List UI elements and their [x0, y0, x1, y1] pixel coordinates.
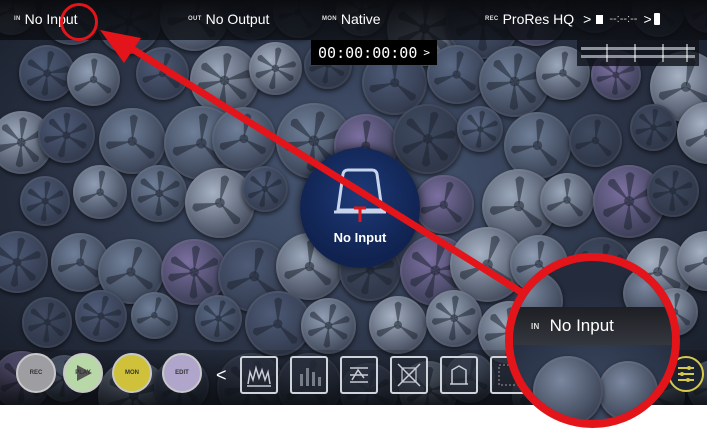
waveform-icon: [247, 365, 271, 387]
monitor-button[interactable]: MON: [112, 353, 152, 393]
monitor-button-label: MON: [125, 370, 139, 376]
record-button-label: REC: [29, 370, 43, 376]
chevron-left-icon[interactable]: <: [216, 365, 227, 386]
waveform-tool[interactable]: [240, 356, 278, 394]
vectorscope-tool[interactable]: [290, 356, 328, 394]
magnified-callout: IN No Input: [505, 253, 680, 428]
focus-icon: [350, 367, 368, 383]
play-button[interactable]: PLAY: [63, 353, 103, 393]
zebra-tool[interactable]: [440, 356, 478, 394]
focus-peaking-tool[interactable]: [340, 356, 378, 394]
histogram-icon: [300, 368, 321, 386]
magnified-input-status: IN No Input: [513, 307, 672, 345]
background-disc: [598, 361, 658, 420]
background-disc: [533, 356, 603, 420]
record-button[interactable]: REC: [16, 353, 56, 393]
magnified-input-tag: IN: [531, 321, 540, 331]
zebra-icon: [450, 365, 468, 385]
magnified-input-label: No Input: [549, 316, 614, 335]
edit-button-label: EDIT: [175, 370, 189, 376]
play-button-label: PLAY: [75, 370, 91, 376]
false-color-tool[interactable]: [390, 356, 428, 394]
edit-button[interactable]: EDIT: [162, 353, 202, 393]
crossed-icon: [397, 363, 421, 387]
